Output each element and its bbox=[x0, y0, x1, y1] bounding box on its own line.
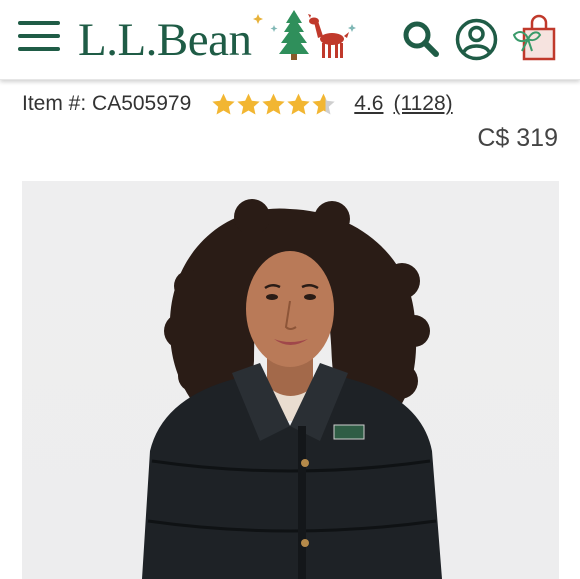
account-icon[interactable] bbox=[455, 18, 498, 61]
star-half-icon bbox=[312, 93, 335, 114]
tree-and-deer-icon bbox=[253, 10, 356, 60]
item-number: Item #: CA505979 bbox=[22, 92, 192, 115]
product-meta-row: Item #: CA505979 4.6 (1128) bbox=[22, 88, 562, 120]
search-icon[interactable] bbox=[402, 20, 440, 58]
star-icon bbox=[212, 93, 235, 114]
star-icon bbox=[287, 93, 310, 114]
review-count-link[interactable]: (1128) bbox=[393, 92, 452, 116]
product-photo-illustration bbox=[142, 199, 442, 579]
site-header: L.L.Bean bbox=[0, 0, 580, 80]
product-price: C$ 319 bbox=[477, 124, 558, 152]
star-icon bbox=[237, 93, 260, 114]
star-rating[interactable] bbox=[211, 92, 336, 117]
star-icon bbox=[262, 93, 285, 114]
hamburger-menu-icon[interactable] bbox=[18, 21, 60, 55]
llbean-logo[interactable]: L.L.Bean bbox=[78, 12, 252, 68]
product-image[interactable] bbox=[22, 181, 559, 579]
gift-bag-cart-icon[interactable] bbox=[512, 13, 558, 61]
rating-value-link[interactable]: 4.6 bbox=[354, 92, 383, 116]
